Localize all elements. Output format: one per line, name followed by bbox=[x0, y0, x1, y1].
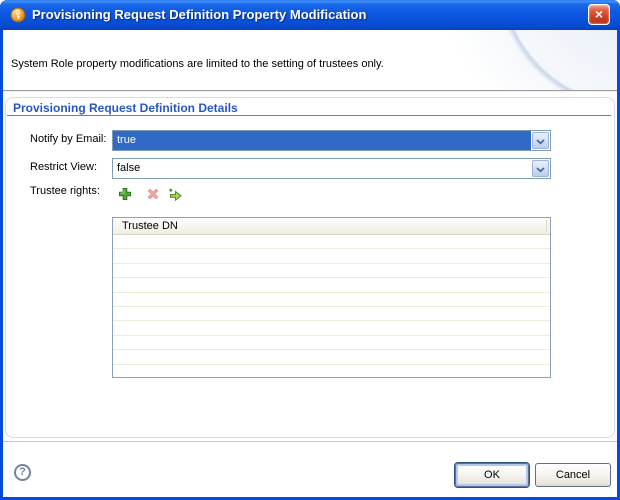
trustee-table-body bbox=[113, 235, 550, 377]
delete-trustee-button[interactable] bbox=[145, 186, 161, 202]
table-row[interactable] bbox=[113, 235, 550, 250]
trustee-dn-column-header[interactable]: Trustee DN bbox=[113, 218, 550, 235]
restrict-view-value: false bbox=[117, 162, 141, 174]
ok-button[interactable]: OK bbox=[455, 463, 529, 487]
cancel-button[interactable]: Cancel bbox=[535, 463, 611, 487]
dialog-content: System Role property modifications are l… bbox=[3, 30, 617, 497]
trustee-table: Trustee DN bbox=[112, 217, 551, 378]
table-row[interactable] bbox=[113, 350, 550, 365]
chevron-down-icon bbox=[536, 160, 545, 178]
section-title: Provisioning Request Definition Details bbox=[13, 101, 238, 115]
dialog-window: Provisioning Request Definition Property… bbox=[0, 0, 620, 500]
app-key-icon bbox=[10, 7, 26, 23]
close-button[interactable]: × bbox=[588, 4, 610, 25]
notify-by-email-combobox[interactable]: true bbox=[112, 130, 551, 151]
question-mark-icon: ? bbox=[19, 466, 26, 478]
section-underline bbox=[7, 115, 611, 116]
trustee-rights-label: Trustee rights: bbox=[30, 185, 100, 197]
close-icon: × bbox=[594, 6, 604, 22]
chevron-down-icon bbox=[536, 132, 545, 150]
message-banner: System Role property modifications are l… bbox=[3, 30, 617, 90]
banner-message: System Role property modifications are l… bbox=[11, 58, 384, 70]
table-row[interactable] bbox=[113, 249, 550, 264]
table-row[interactable] bbox=[113, 278, 550, 293]
table-row[interactable] bbox=[113, 365, 550, 377]
notify-combo-dropdown-button[interactable] bbox=[532, 132, 549, 149]
table-row[interactable] bbox=[113, 336, 550, 351]
red-x-icon bbox=[145, 188, 161, 206]
table-row[interactable] bbox=[113, 307, 550, 322]
table-row[interactable] bbox=[113, 293, 550, 307]
assign-trustee-button[interactable] bbox=[167, 186, 183, 202]
window-title: Provisioning Request Definition Property… bbox=[32, 7, 367, 22]
notify-by-email-label: Notify by Email: bbox=[30, 133, 107, 145]
green-arrow-plus-icon bbox=[167, 188, 183, 206]
table-row[interactable] bbox=[113, 321, 550, 336]
banner-swoosh-decoration bbox=[437, 30, 617, 90]
restrict-view-label: Restrict View: bbox=[30, 161, 98, 173]
add-trustee-button[interactable] bbox=[117, 186, 133, 202]
banner-separator-highlight bbox=[3, 91, 617, 92]
restrict-combo-dropdown-button[interactable] bbox=[532, 160, 549, 177]
plus-icon bbox=[117, 188, 133, 206]
footer-separator bbox=[3, 441, 617, 442]
titlebar[interactable]: Provisioning Request Definition Property… bbox=[0, 0, 620, 30]
notify-by-email-value: true bbox=[113, 131, 531, 150]
table-row[interactable] bbox=[113, 264, 550, 279]
help-button[interactable]: ? bbox=[14, 464, 31, 481]
restrict-view-combobox[interactable]: false bbox=[112, 158, 551, 179]
